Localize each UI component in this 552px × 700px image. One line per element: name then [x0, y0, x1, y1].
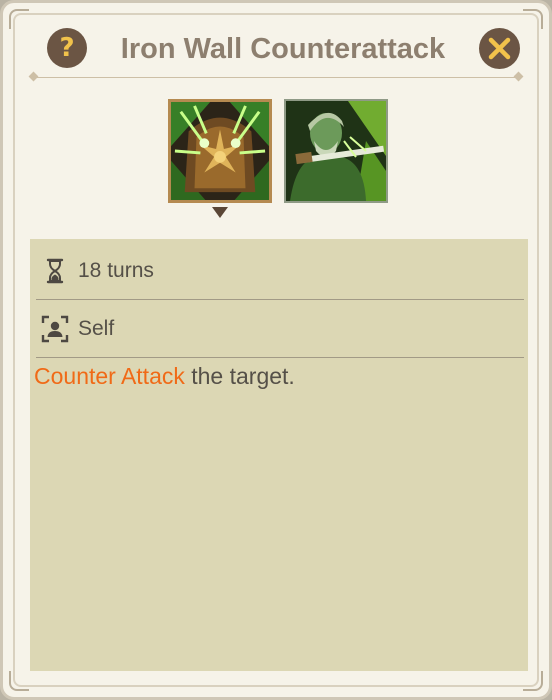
title-divider: [33, 77, 519, 78]
frame-corner-ornament: [523, 9, 543, 29]
question-mark-icon: ?: [59, 33, 75, 63]
skill-icon-armored-guardian[interactable]: [168, 99, 272, 203]
frame-corner-ornament: [523, 671, 543, 691]
divider-ornament: [513, 71, 524, 82]
selected-skill-pointer: [212, 207, 228, 218]
skill-description: Counter Attack the target.: [34, 361, 524, 391]
description-text: the target.: [184, 363, 295, 389]
divider-ornament: [28, 71, 39, 82]
dialog-title: Iron Wall Counterattack: [120, 33, 446, 65]
close-x-icon: [488, 37, 511, 60]
skill-details-panel: 18 turns Self Counter Attack the target.: [30, 239, 528, 671]
duration-row: 18 turns: [36, 243, 524, 300]
skill-info-dialog: ? Iron Wall Counterattack 18 turns Self …: [0, 0, 552, 700]
duration-text: 18 turns: [78, 259, 154, 282]
swordsman-skill-icon: [286, 101, 386, 201]
self-target-icon: [41, 315, 69, 343]
hourglass-icon: [46, 258, 64, 284]
close-button[interactable]: [479, 28, 520, 69]
help-button[interactable]: ?: [47, 28, 87, 68]
armored-guardian-skill-icon: [171, 102, 269, 200]
target-text: Self: [78, 317, 115, 340]
target-row: Self: [36, 301, 524, 358]
description-keyword: Counter Attack: [34, 363, 185, 389]
frame-corner-ornament: [9, 671, 29, 691]
frame-corner-ornament: [9, 9, 29, 29]
skill-icon-swordsman[interactable]: [284, 99, 388, 203]
